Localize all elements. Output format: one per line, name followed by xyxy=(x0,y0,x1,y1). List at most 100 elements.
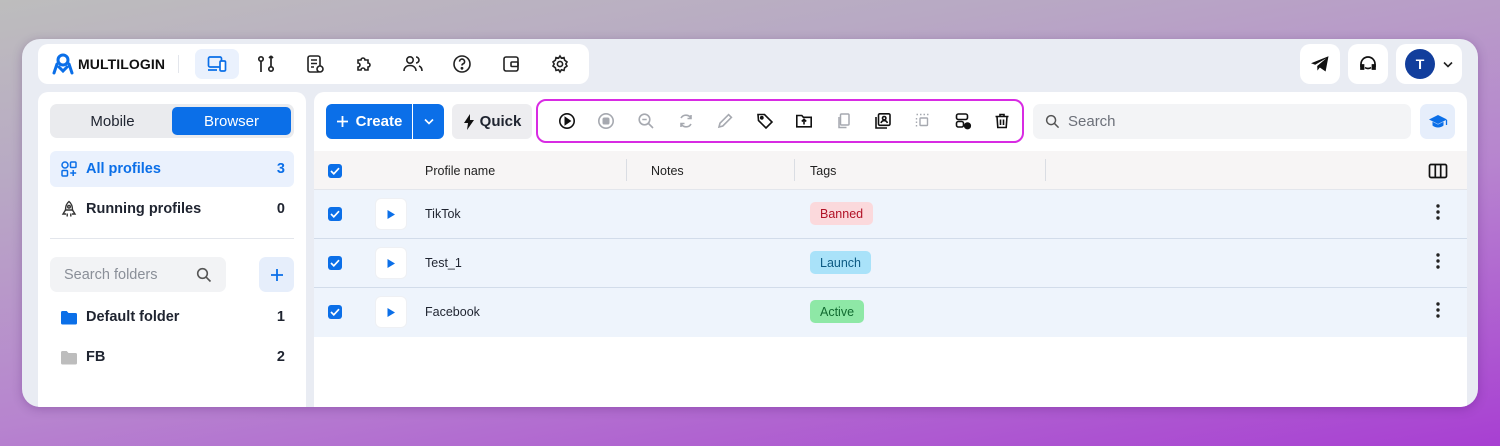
sidebar-item-label: All profiles xyxy=(86,161,161,177)
proxy-list-icon[interactable] xyxy=(293,49,337,79)
team-icon[interactable] xyxy=(391,49,435,79)
help-icon[interactable] xyxy=(440,49,484,79)
row-checkbox[interactable] xyxy=(328,207,342,221)
columns-settings-icon[interactable] xyxy=(1428,151,1448,190)
browser-profiles-icon[interactable] xyxy=(195,49,239,79)
play-button[interactable] xyxy=(376,297,406,327)
export-icon[interactable] xyxy=(943,105,983,137)
tag-icon[interactable] xyxy=(745,105,785,137)
edit-icon[interactable] xyxy=(705,105,745,137)
learn-button[interactable] xyxy=(1420,104,1455,139)
table-header: Profile name Notes Tags xyxy=(314,151,1467,190)
play-button[interactable] xyxy=(376,248,406,278)
tab-browser[interactable]: Browser xyxy=(172,107,291,135)
chevron-down-icon xyxy=(1443,61,1453,68)
play-icon xyxy=(387,209,395,219)
plus-icon xyxy=(336,116,348,127)
telegram-button[interactable] xyxy=(1300,44,1340,84)
search-icon xyxy=(196,267,212,282)
status-badge: Launch xyxy=(810,251,872,274)
row-checkbox[interactable] xyxy=(328,256,342,270)
column-divider[interactable] xyxy=(794,159,795,181)
sync-icon[interactable] xyxy=(666,105,706,137)
sidebar-item-all-profiles[interactable]: All profiles 3 xyxy=(50,151,294,187)
profile-count: 3 xyxy=(276,161,285,177)
profile-search[interactable] xyxy=(1033,104,1411,139)
play-icon xyxy=(387,307,395,317)
mode-switch: Mobile Browser xyxy=(50,104,294,138)
start-icon[interactable] xyxy=(547,105,587,137)
more-options-icon[interactable] xyxy=(1426,199,1450,225)
select-icon[interactable] xyxy=(903,105,943,137)
sidebar: Mobile Browser All profiles 3 Running pr… xyxy=(38,92,306,407)
more-options-icon[interactable] xyxy=(1426,248,1450,274)
folder-item-fb[interactable]: FB 2 xyxy=(50,339,294,375)
folder-count: 1 xyxy=(276,309,285,325)
add-folder-button[interactable] xyxy=(259,257,294,292)
chevron-down-icon xyxy=(423,118,434,125)
status-badge: Active xyxy=(810,300,865,323)
table-row[interactable]: Test_1 Launch xyxy=(314,239,1467,288)
folder-search-input[interactable]: Search folders xyxy=(64,267,158,283)
create-button[interactable]: Create xyxy=(326,104,412,139)
automation-icon[interactable] xyxy=(244,49,288,79)
search-icon xyxy=(1045,114,1060,129)
plus-icon xyxy=(270,268,283,281)
bulk-actions-toolbar xyxy=(536,99,1024,143)
cookie-import-icon[interactable] xyxy=(864,105,904,137)
check-proxy-icon[interactable] xyxy=(626,105,666,137)
avatar: T xyxy=(1405,49,1435,79)
divider xyxy=(50,238,294,239)
column-divider[interactable] xyxy=(1045,159,1046,181)
folder-icon xyxy=(61,350,77,364)
sidebar-item-running-profiles[interactable]: Running profiles 0 xyxy=(50,191,294,227)
graduation-cap-icon xyxy=(1428,114,1447,127)
status-badge: Banned xyxy=(810,202,874,225)
multilogin-logo-icon xyxy=(52,53,74,75)
telegram-icon xyxy=(1311,56,1329,72)
quick-label: Quick xyxy=(479,113,522,130)
settings-icon[interactable] xyxy=(538,49,582,79)
all-profiles-icon xyxy=(61,161,77,177)
app-window: MULTILOGIN T Mobile Browser All profiles… xyxy=(22,39,1478,407)
play-icon xyxy=(387,258,395,268)
move-to-folder-icon[interactable] xyxy=(784,105,824,137)
top-navbar: MULTILOGIN xyxy=(38,44,589,84)
nav-divider xyxy=(178,55,179,73)
folder-count: 2 xyxy=(276,349,285,365)
create-dropdown-button[interactable] xyxy=(413,104,444,139)
main-panel: Create Quick Search Profile name Notes T… xyxy=(314,92,1467,407)
column-header-profile-name[interactable]: Profile name xyxy=(425,151,495,190)
stop-icon[interactable] xyxy=(587,105,627,137)
table-row[interactable]: Facebook Active xyxy=(314,288,1467,337)
search-input[interactable] xyxy=(1068,113,1388,130)
create-label: Create xyxy=(355,113,403,130)
table-row[interactable]: TikTok Banned xyxy=(314,190,1467,239)
row-checkbox[interactable] xyxy=(328,305,342,319)
quick-button[interactable]: Quick xyxy=(452,104,532,139)
folder-item-default[interactable]: Default folder 1 xyxy=(50,299,294,335)
play-button[interactable] xyxy=(376,199,406,229)
tab-mobile[interactable]: Mobile xyxy=(53,107,172,135)
profile-name: Test_1 xyxy=(425,256,462,270)
extensions-icon[interactable] xyxy=(342,49,386,79)
select-all-checkbox[interactable] xyxy=(328,163,342,178)
more-options-icon[interactable] xyxy=(1426,297,1450,323)
column-header-tags[interactable]: Tags xyxy=(810,151,836,190)
column-divider[interactable] xyxy=(626,159,627,181)
support-button[interactable] xyxy=(1348,44,1388,84)
clone-icon[interactable] xyxy=(824,105,864,137)
delete-icon[interactable] xyxy=(982,105,1022,137)
folder-search[interactable]: Search folders xyxy=(50,257,226,292)
lightning-icon xyxy=(463,113,474,130)
brand-name: MULTILOGIN xyxy=(78,56,166,72)
folder-name: FB xyxy=(86,349,106,365)
folder-icon xyxy=(61,310,77,324)
brand-logo: MULTILOGIN xyxy=(38,53,178,75)
sidebar-item-label: Running profiles xyxy=(86,201,202,217)
column-header-notes[interactable]: Notes xyxy=(651,151,684,190)
headset-icon xyxy=(1360,56,1376,70)
rocket-icon xyxy=(61,200,77,217)
account-menu[interactable]: T xyxy=(1396,44,1462,84)
wallet-icon[interactable] xyxy=(489,49,533,79)
